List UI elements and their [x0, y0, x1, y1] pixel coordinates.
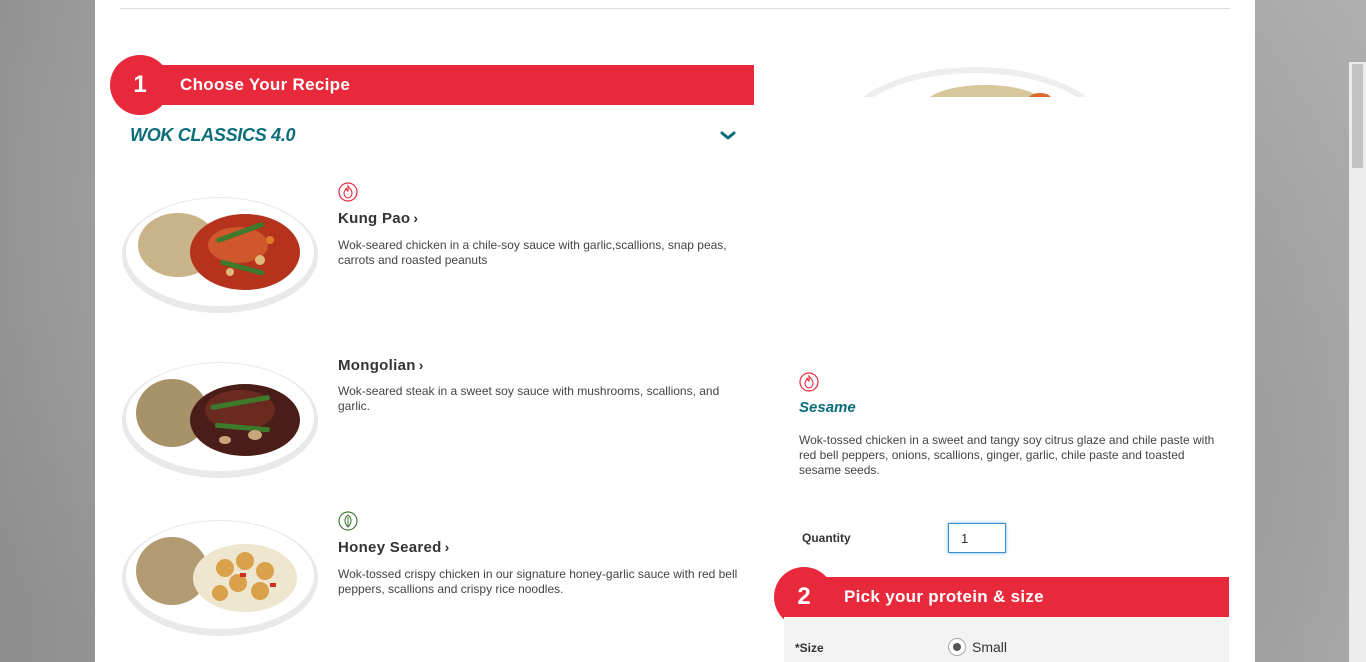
recipe-name-text[interactable]: Honey Seared — [338, 539, 442, 556]
step-number-badge: 1 — [110, 55, 170, 115]
vegetarian-leaf-icon — [338, 511, 358, 531]
size-small-label[interactable]: Small — [972, 639, 1007, 655]
recipe-item-honey-seared[interactable]: Honey Seared › Wok-tossed crispy chicken … — [120, 511, 750, 651]
size-small-radio[interactable] — [948, 638, 966, 656]
spicy-flame-icon — [799, 372, 819, 392]
size-row: *Size Small — [784, 617, 1229, 662]
divider — [120, 8, 1230, 9]
step-2-banner: 2 Pick your protein & size — [774, 567, 1229, 627]
mongolian-dish-image[interactable] — [120, 355, 320, 480]
recipe-item-kung-pao[interactable]: Kung Pao › Wok-seared chicken in a chile-… — [120, 182, 750, 322]
quantity-label: Quantity — [802, 531, 851, 545]
recipe-description: Wok-seared steak in a sweet soy sauce wi… — [338, 384, 720, 413]
category-title[interactable]: WOK CLASSICS 4.0 — [130, 125, 296, 146]
size-label: *Size — [795, 641, 824, 655]
selected-dish-image — [863, 67, 1087, 97]
spicy-flame-icon — [338, 182, 358, 202]
recipe-name[interactable]: Mongolian › — [338, 357, 424, 374]
scrollbar[interactable] — [1349, 62, 1366, 662]
step-title: Pick your protein & size — [844, 587, 1044, 606]
recipe-description: Wok-tossed crispy chicken in our signatu… — [338, 567, 738, 596]
recipe-name[interactable]: Kung Pao › — [338, 210, 418, 227]
scrollbar-thumb[interactable] — [1352, 64, 1363, 168]
recipe-name-text[interactable]: Mongolian — [338, 357, 416, 374]
step-1-banner: 1 Choose Your Recipe — [110, 55, 754, 115]
selected-recipe-description: Wok-tossed chicken in a sweet and tangy … — [799, 433, 1215, 477]
chevron-right-icon: › — [418, 357, 424, 373]
honey-seared-dish-image[interactable] — [120, 513, 320, 638]
recipe-name[interactable]: Honey Seared › — [338, 539, 450, 556]
kung-pao-dish-image[interactable] — [120, 190, 320, 315]
recipe-name-text[interactable]: Kung Pao — [338, 210, 410, 227]
content-panel: 1 Choose Your Recipe WOK CLASSICS 4.0 Ku… — [95, 0, 1255, 662]
recipe-item-mongolian[interactable]: Mongolian › Wok-seared steak in a sweet s… — [120, 327, 750, 478]
chevron-down-icon[interactable] — [720, 128, 736, 144]
chevron-right-icon: › — [413, 210, 419, 226]
recipe-description: Wok-seared chicken in a chile-soy sauce … — [338, 238, 727, 267]
step-title: Choose Your Recipe — [180, 75, 351, 94]
selected-recipe-name: Sesame — [799, 399, 856, 416]
chevron-right-icon: › — [444, 539, 450, 555]
quantity-input[interactable] — [948, 523, 1006, 553]
